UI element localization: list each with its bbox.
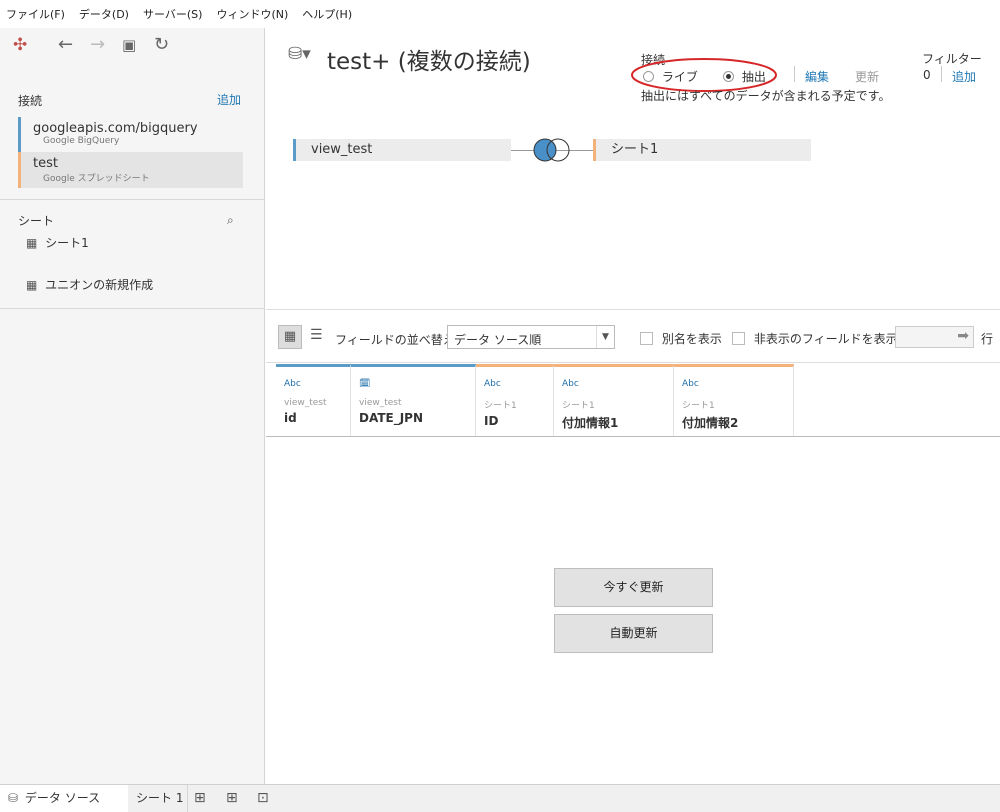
abc-icon: Abc <box>284 379 301 389</box>
divider <box>266 362 1000 363</box>
alias-label: 別名を表示 <box>661 332 722 346</box>
connection-type: Google BigQuery <box>43 136 120 146</box>
menu-window[interactable]: ウィンドウ(N) <box>216 6 288 22</box>
new-union-item[interactable]: ▦ ユニオンの新規作成 <box>26 276 153 294</box>
connection-name: test <box>33 156 58 171</box>
left-panel: ✣ ← → ▣ ↻ 接続 追加 googleapis.com/bigquery … <box>0 28 265 784</box>
filter-add-link[interactable]: 追加 <box>952 68 976 85</box>
new-worksheet-icon[interactable]: ⊞ <box>194 785 206 812</box>
sheet-item[interactable]: ▦ シート1 <box>26 234 89 252</box>
left-table-name: view_test <box>311 142 373 157</box>
sort-select[interactable]: データ ソース順 ▼ <box>447 325 615 349</box>
chevron-down-icon: ▼ <box>596 326 614 348</box>
abc-icon: Abc <box>484 379 501 389</box>
column-source: シート1 <box>484 401 517 411</box>
sort-label: フィールドの並べ替え <box>335 333 455 347</box>
column-header[interactable]: Abc シート1 付加情報2 <box>674 364 794 436</box>
search-icon[interactable]: ⌕ <box>227 210 234 230</box>
separator <box>941 66 942 82</box>
column-name: id <box>284 411 297 425</box>
connection-bigquery[interactable]: googleapis.com/bigquery Google BigQuery <box>18 117 243 153</box>
extract-note: 抽出にはすべてのデータが含まれる予定です。 <box>641 89 891 103</box>
right-table-box[interactable]: シート1 <box>593 139 811 161</box>
alias-check[interactable] <box>640 332 653 345</box>
column-source: view_test <box>359 398 402 408</box>
column-source: シート1 <box>682 401 715 411</box>
column-source: シート1 <box>562 401 595 411</box>
hidden-fields-checkbox[interactable]: 非表示のフィールドを表示 <box>732 330 898 347</box>
abc-icon: Abc <box>682 379 699 389</box>
tab-sheet[interactable]: シート 1 <box>128 785 188 812</box>
datasource-icon: ⛁ <box>8 791 19 805</box>
main-area: ⛁▾ test+ (複数の接続) 接続 ライブ 抽出 編集 更新 抽出にはすべて… <box>266 28 1000 784</box>
column-header[interactable]: Abc シート1 ID <box>476 364 554 436</box>
right-table-name: シート1 <box>611 142 659 157</box>
column-name: 付加情報2 <box>682 416 739 430</box>
rows-label: 行 <box>981 332 994 346</box>
sheet-item-label: シート1 <box>45 236 89 250</box>
connection-name: googleapis.com/bigquery <box>33 121 198 136</box>
filter-count: 0 <box>923 68 931 82</box>
divider <box>266 309 1000 310</box>
menu-server[interactable]: サーバー(S) <box>143 6 202 22</box>
menu-help[interactable]: ヘルプ(H) <box>302 6 352 22</box>
new-union-label: ユニオンの新規作成 <box>45 278 154 292</box>
sort-value: データ ソース順 <box>454 333 542 347</box>
tab-datasource-label: データ ソース <box>24 791 101 805</box>
hidden-label: 非表示のフィールドを表示 <box>753 332 898 346</box>
column-source: view_test <box>284 398 327 408</box>
column-name: DATE_JPN <box>359 411 424 425</box>
arrow-right-icon: ➡ <box>957 328 969 344</box>
tab-sheet-label: シート 1 <box>136 791 184 805</box>
abc-icon: Abc <box>562 379 579 389</box>
filter-label: フィルター <box>922 52 982 66</box>
datasource-icon[interactable]: ⛁▾ <box>288 44 311 64</box>
refresh-icon[interactable]: ↻ <box>154 35 169 55</box>
forward-icon[interactable]: → <box>90 35 105 55</box>
divider <box>0 199 265 200</box>
datasource-title[interactable]: test+ (複数の接続) <box>327 42 531 76</box>
tableau-logo-icon[interactable]: ✣ <box>13 35 27 55</box>
refresh-link[interactable]: 更新 <box>855 68 879 85</box>
union-icon: ▦ <box>26 278 38 292</box>
column-name: 付加情報1 <box>562 416 619 430</box>
add-connection-link[interactable]: 追加 <box>217 91 241 108</box>
connections-title: 接続 <box>18 94 43 108</box>
menu-data[interactable]: データ(D) <box>79 6 129 22</box>
menu-file[interactable]: ファイル(F) <box>6 6 65 22</box>
list-view-icon[interactable]: ☰ <box>310 327 323 343</box>
connection-type: Google スプレッドシート <box>43 174 150 184</box>
new-dashboard-icon[interactable]: ⊞ <box>226 785 238 812</box>
hidden-check[interactable] <box>732 332 745 345</box>
divider <box>266 436 1000 437</box>
update-now-button[interactable]: 今すぐ更新 <box>554 568 713 607</box>
column-header[interactable]: Abc シート1 付加情報1 <box>554 364 674 436</box>
grid-view-icon[interactable]: ▦ <box>278 325 302 349</box>
tab-datasource[interactable]: ⛁ データ ソース <box>0 785 128 812</box>
rows-input[interactable]: ➡ <box>895 326 974 348</box>
column-header[interactable]: Abc view_test id <box>276 364 351 436</box>
grid-sheet-icon: ▦ <box>26 236 38 250</box>
save-icon[interactable]: ▣ <box>122 35 136 55</box>
date-icon: 🗓 <box>359 379 371 389</box>
menu-bar: ファイル(F) データ(D) サーバー(S) ウィンドウ(N) ヘルプ(H) <box>0 0 1000 28</box>
back-icon[interactable]: ← <box>58 35 73 55</box>
new-story-icon[interactable]: ⊡ <box>257 785 269 812</box>
edit-link[interactable]: 編集 <box>805 68 829 85</box>
column-name: ID <box>484 414 499 428</box>
divider <box>0 308 265 309</box>
left-table-box[interactable]: view_test <box>293 139 511 161</box>
column-header[interactable]: 🗓 view_test DATE_JPN <box>351 364 476 436</box>
bottom-bar: ⛁ データ ソース シート 1 ⊞ ⊞ ⊡ <box>0 784 1000 812</box>
separator <box>794 66 795 82</box>
auto-update-button[interactable]: 自動更新 <box>554 614 713 653</box>
column-header-row: Abc view_test id 🗓 view_test DATE_JPN Ab… <box>276 364 1000 436</box>
alias-checkbox[interactable]: 別名を表示 <box>640 330 722 347</box>
join-icon[interactable] <box>532 136 574 164</box>
connection-test[interactable]: test Google スプレッドシート <box>18 152 243 188</box>
sheets-title: シート <box>18 214 55 228</box>
